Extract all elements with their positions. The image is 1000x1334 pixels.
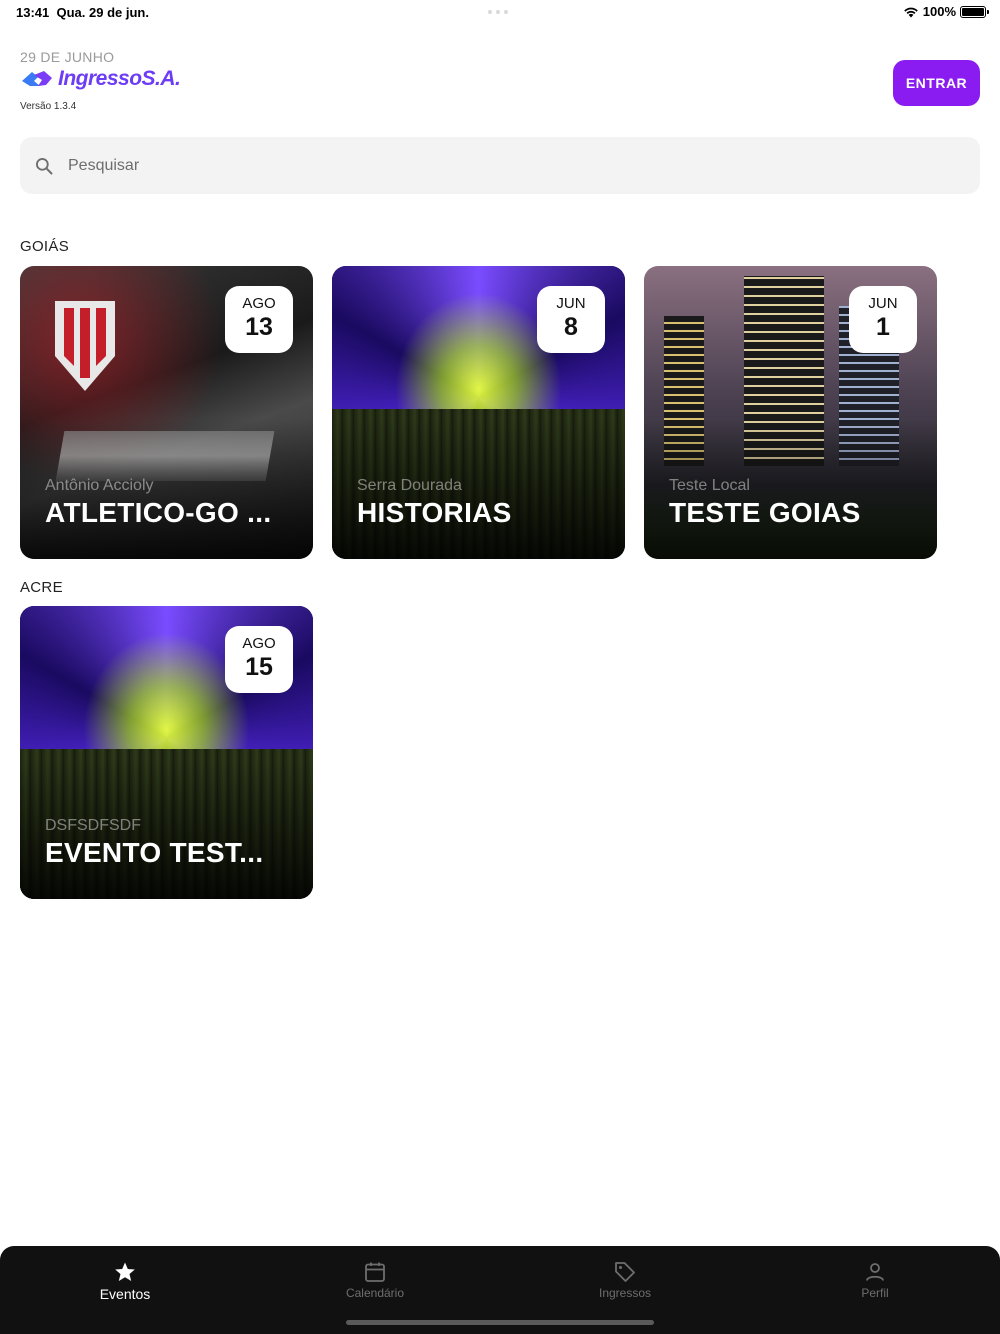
date-badge: AGO 13	[225, 286, 293, 353]
event-title: HISTORIAS	[357, 497, 512, 528]
event-venue: Teste Local	[669, 477, 750, 494]
calendar-icon	[365, 1262, 385, 1282]
app-logo: IngressoS.A.	[20, 67, 181, 91]
event-venue: Antônio Accioly	[45, 477, 154, 494]
section-title-goias: GOIÁS	[20, 238, 70, 255]
date-month: AGO	[242, 295, 276, 312]
date-badge: AGO 15	[225, 626, 293, 693]
date-month: AGO	[242, 635, 276, 652]
app-version: Versão 1.3.4	[20, 101, 77, 112]
date-month: JUN	[556, 295, 586, 312]
event-title: EVENTO TEST...	[45, 837, 264, 868]
tab-label: Eventos	[99, 1286, 151, 1302]
date-day: 8	[564, 313, 578, 341]
search-icon	[36, 157, 53, 174]
event-card[interactable]: JUN 1 Teste Local TESTE GOIAS	[644, 266, 937, 559]
battery-percent: 100%	[922, 4, 956, 19]
event-title: ATLETICO-GO ...	[45, 497, 272, 528]
status-indicators: 100%	[903, 4, 989, 19]
tag-icon	[615, 1262, 635, 1282]
tab-label: Perfil	[861, 1286, 889, 1300]
logo-wordmark: IngressoS.A.	[58, 67, 181, 90]
multitasking-dots[interactable]	[488, 10, 512, 14]
search-bar[interactable]	[20, 137, 980, 194]
wifi-icon	[903, 7, 918, 17]
date-badge: JUN 8	[537, 286, 605, 353]
event-venue: DSFSDFSDF	[45, 817, 141, 834]
shield-icon	[55, 301, 115, 391]
person-icon	[866, 1263, 884, 1281]
event-card[interactable]: AGO 15 DSFSDFSDF EVENTO TEST...	[20, 606, 313, 899]
logo-mark-icon	[22, 71, 52, 86]
home-indicator[interactable]	[346, 1320, 654, 1325]
header-date: 29 DE JUNHO	[20, 49, 115, 65]
status-time: 13:41 Qua. 29 de jun.	[16, 5, 149, 20]
date-month: JUN	[868, 295, 898, 312]
status-date: Qua. 29 de jun.	[56, 5, 149, 20]
date-day: 15	[245, 653, 273, 681]
status-bar: 13:41 Qua. 29 de jun. 100%	[0, 0, 1000, 26]
date-day: 1	[876, 313, 890, 341]
status-clock: 13:41	[16, 5, 50, 20]
star-icon	[115, 1262, 135, 1281]
event-card[interactable]: AGO 13 Antônio Accioly ATLETICO-GO ...	[20, 266, 313, 559]
tab-label: Ingressos	[598, 1286, 652, 1300]
tab-label: Calendário	[345, 1286, 405, 1300]
battery-icon	[960, 5, 989, 18]
search-input[interactable]	[68, 156, 948, 175]
tab-eventos[interactable]: Eventos	[0, 1246, 250, 1334]
tab-perfil[interactable]: Perfil	[750, 1246, 1000, 1334]
date-day: 13	[245, 313, 273, 341]
event-card[interactable]: JUN 8 Serra Dourada HISTORIAS	[332, 266, 625, 559]
login-button[interactable]: ENTRAR	[893, 60, 980, 106]
event-venue: Serra Dourada	[357, 477, 462, 494]
event-title: TESTE GOIAS	[669, 497, 861, 528]
section-title-acre: ACRE	[20, 579, 63, 596]
date-badge: JUN 1	[849, 286, 917, 353]
